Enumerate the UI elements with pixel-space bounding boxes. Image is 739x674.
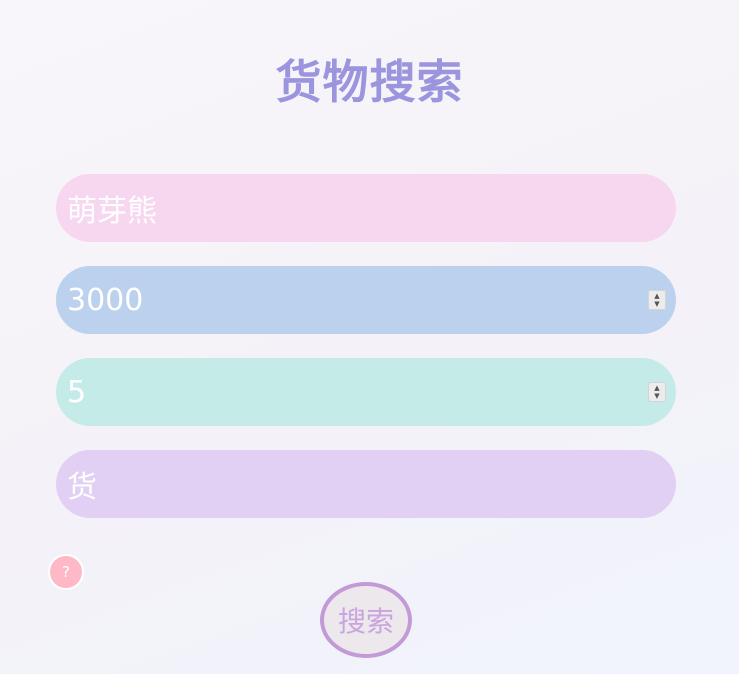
quantity-spinner[interactable]: ▲ ▼ xyxy=(648,382,666,402)
price-input[interactable]: 3000 ▲ ▼ xyxy=(56,266,676,334)
category-value: 货 xyxy=(67,470,97,505)
page-title: 货物搜索 xyxy=(275,55,464,109)
chevron-down-icon[interactable]: ▼ xyxy=(654,392,659,400)
price-value: 3000 xyxy=(67,282,144,318)
goods-name-input[interactable]: 萌芽熊 xyxy=(56,174,676,242)
chevron-up-icon[interactable]: ▲ xyxy=(654,292,659,300)
category-input[interactable]: 货 xyxy=(56,450,676,518)
search-button[interactable]: 搜索 xyxy=(320,582,412,658)
chevron-up-icon[interactable]: ▲ xyxy=(654,384,659,392)
quantity-value: 5 xyxy=(67,374,87,410)
goods-name-value: 萌芽熊 xyxy=(67,194,157,229)
chevron-down-icon[interactable]: ▼ xyxy=(654,300,659,308)
quantity-input[interactable]: 5 ▲ ▼ xyxy=(56,358,676,426)
help-button[interactable]: ? xyxy=(48,554,84,590)
price-spinner[interactable]: ▲ ▼ xyxy=(648,290,666,310)
